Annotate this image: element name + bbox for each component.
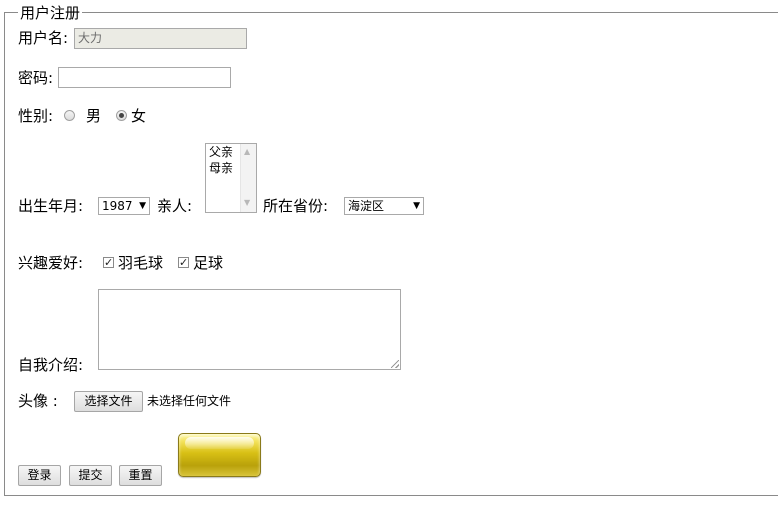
hobby-option-badminton: 羽毛球: [118, 254, 164, 272]
password-label: 密码:: [18, 69, 54, 87]
gender-option-male: 男: [86, 107, 102, 125]
choose-file-button[interactable]: 选择文件: [74, 391, 143, 412]
relatives-label: 亲人:: [157, 197, 193, 215]
dropdown-arrow-icon: ▼: [139, 201, 146, 211]
province-value: 海淀区: [348, 199, 385, 213]
username-input[interactable]: 大力: [74, 28, 247, 49]
hobby-option-football: 足球: [193, 254, 224, 272]
dropdown-arrow-icon: ▼: [413, 201, 420, 211]
intro-textarea[interactable]: [98, 289, 401, 370]
intro-label: 自我介绍:: [18, 356, 84, 374]
reset-button[interactable]: 重置: [119, 465, 162, 486]
password-input[interactable]: [58, 67, 231, 88]
birth-year-value: 1987: [102, 199, 133, 213]
submit-button[interactable]: 提交: [69, 465, 112, 486]
listbox-scrollbar[interactable]: ▲ ▼: [240, 144, 256, 212]
resize-grip-icon[interactable]: [391, 360, 399, 368]
scroll-down-icon[interactable]: ▼: [244, 198, 250, 207]
gender-radio-male[interactable]: [64, 110, 75, 121]
gold-image-button[interactable]: [178, 433, 261, 477]
relatives-listbox[interactable]: 父亲 母亲 ▲ ▼: [205, 143, 257, 213]
relatives-option-mother[interactable]: 母亲: [209, 161, 233, 176]
gender-label: 性别:: [18, 107, 54, 125]
hobby-checkbox-football[interactable]: ✓: [178, 257, 189, 268]
fieldset-legend: 用户注册: [18, 4, 83, 22]
scroll-up-icon[interactable]: ▲: [244, 147, 250, 156]
login-button[interactable]: 登录: [18, 465, 61, 486]
province-select[interactable]: 海淀区 ▼: [344, 197, 424, 215]
birth-label: 出生年月:: [18, 197, 84, 215]
birth-year-select[interactable]: 1987 ▼: [98, 197, 150, 215]
hobby-checkbox-badminton[interactable]: ✓: [103, 257, 114, 268]
file-status-text: 未选择任何文件: [147, 394, 232, 408]
avatar-label: 头像 :: [18, 392, 58, 410]
relatives-option-father[interactable]: 父亲: [209, 145, 233, 160]
gender-radio-female[interactable]: [116, 110, 127, 121]
hobbies-label: 兴趣爱好:: [18, 254, 84, 272]
username-label: 用户名:: [18, 29, 69, 47]
gender-option-female: 女: [131, 107, 147, 125]
province-label: 所在省份:: [263, 197, 329, 215]
